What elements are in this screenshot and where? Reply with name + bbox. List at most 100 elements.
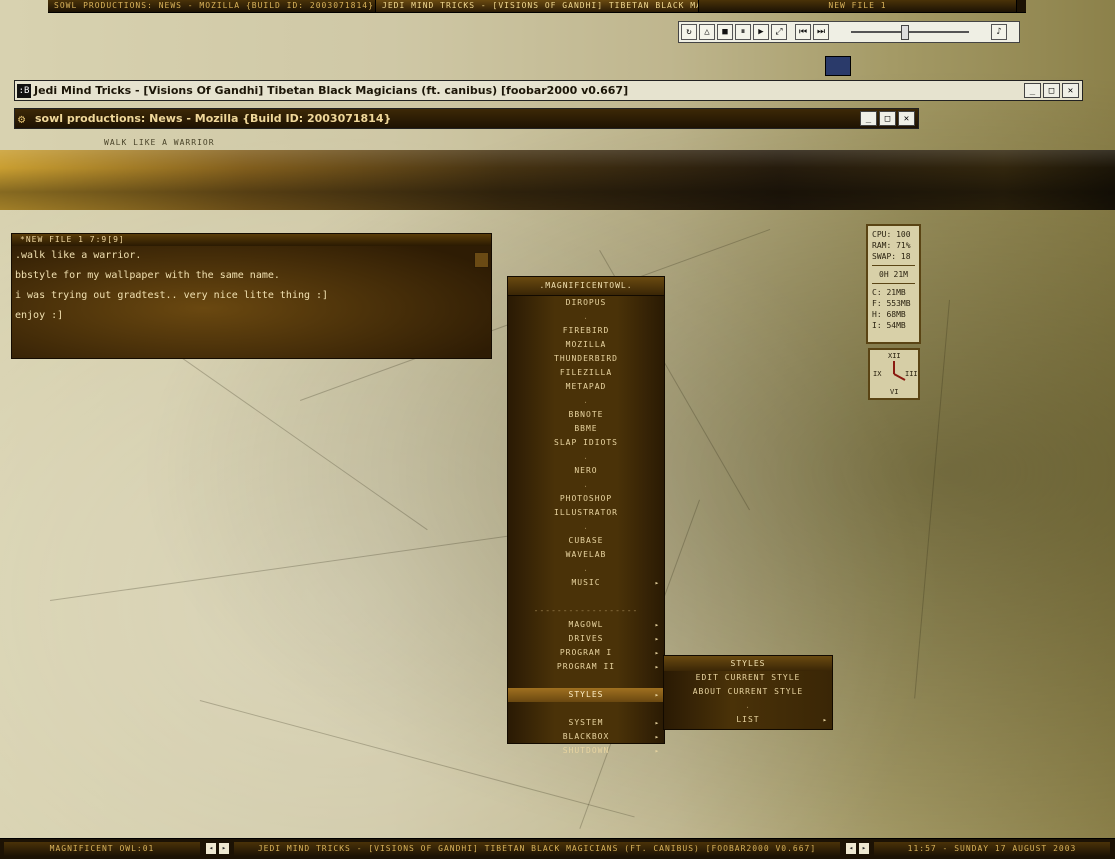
menu-item-separator [508, 674, 664, 688]
menu-item-separator [508, 702, 664, 716]
maximize-button[interactable]: □ [1043, 83, 1060, 98]
menu-item-slap-idiots[interactable]: SLAP IDIOTS [508, 436, 664, 450]
menu-item-metapad[interactable]: METAPAD [508, 380, 664, 394]
note-header[interactable]: *NEW FILE 1 7:9[9] [12, 234, 491, 246]
menu-item-bbme[interactable]: BBME [508, 422, 664, 436]
styles-submenu: STYLES EDIT CURRENT STYLE ABOUT CURRENT S… [663, 655, 833, 730]
play-button[interactable]: ▶ [753, 24, 769, 40]
menu-item-drives[interactable]: DRIVES ▸ [508, 632, 664, 646]
menu-item-label: METAPAD [565, 382, 607, 391]
note-line[interactable]: enjoy :] [12, 306, 491, 326]
menu-item-styles[interactable]: STYLES ▸ [508, 688, 664, 702]
menu-item-label: ILLUSTRATOR [554, 508, 618, 517]
menu-item-label: . [583, 396, 589, 405]
menu-item-separator: . [508, 478, 664, 492]
foobar-app-icon: :B [17, 83, 31, 98]
eject-button[interactable]: △ [699, 24, 715, 40]
workspace-label[interactable]: MAGNIFICENT OWL:01 [4, 842, 200, 856]
foobar-window-titlebar[interactable]: :B Jedi Mind Tricks - [Visions Of Gandhi… [14, 80, 1083, 101]
task-prev-button[interactable]: ◂ [846, 843, 856, 854]
menu-item-separator [508, 590, 664, 604]
menu-item-mozilla[interactable]: MOZILLA [508, 338, 664, 352]
menu-item-label: BBME [574, 424, 598, 433]
menu-item-blackbox[interactable]: BLACKBOX ▸ [508, 730, 664, 744]
top-taskbar: SOWL PRODUCTIONS: NEWS - MOZILLA {BUILD … [48, 0, 1026, 13]
clock-date-label: 11:57 - SUNDAY 17 AUGUST 2003 [874, 842, 1110, 856]
volume-knob[interactable] [901, 25, 909, 40]
minimize-button[interactable]: _ [1024, 83, 1041, 98]
workspace-prev-button[interactable]: ◂ [206, 843, 216, 854]
menu-title[interactable]: .MAGNIFICENTOWL. [508, 277, 664, 296]
menu-item-separator: . [508, 450, 664, 464]
submenu-arrow-icon: ▸ [654, 691, 660, 699]
next-button[interactable]: ⏭ [813, 24, 829, 40]
submenu-title[interactable]: STYLES [664, 656, 832, 671]
menu-item-firebird[interactable]: FIREBIRD [508, 324, 664, 338]
menu-item-program-i[interactable]: PROGRAM I ▸ [508, 646, 664, 660]
submenu-arrow-icon: ▸ [654, 621, 660, 629]
minimize-button[interactable]: _ [860, 111, 877, 126]
wallpaper-tagline: WALK LIKE A WARRIOR [104, 138, 215, 147]
menu-item-system[interactable]: SYSTEM ▸ [508, 716, 664, 730]
menu-item-label: . [583, 480, 589, 489]
uptime-readout: 0H 21M [879, 270, 908, 279]
stop-button[interactable]: ■ [717, 24, 733, 40]
foobar-window-title: Jedi Mind Tricks - [Visions Of Gandhi] T… [34, 84, 629, 97]
mozilla-window-titlebar[interactable]: ⚙ sowl productions: News - Mozilla {Buil… [14, 108, 919, 129]
pause-button[interactable]: ⏸ [735, 24, 751, 40]
menu-item-bbnote[interactable]: BBNOTE [508, 408, 664, 422]
menu-item-music[interactable]: MUSIC ▸ [508, 576, 664, 590]
close-button[interactable]: ✕ [1062, 83, 1079, 98]
menu-item-photoshop[interactable]: PHOTOSHOP [508, 492, 664, 506]
cpu-readout: CPU: 100 [872, 230, 911, 239]
random-button[interactable]: ⤢ [771, 24, 787, 40]
menu-item-diropus[interactable]: DIROPUS [508, 296, 664, 310]
note-line[interactable]: i was trying out gradtest.. very nice li… [12, 286, 491, 306]
current-task-label[interactable]: JEDI MIND TRICKS - [VISIONS OF GANDHI] T… [234, 842, 840, 856]
menu-item-label: BBNOTE [568, 410, 604, 419]
submenu-item-about-current-style[interactable]: ABOUT CURRENT STYLE [664, 685, 832, 699]
note-line[interactable]: bbstyle for my wallpaper with the same n… [12, 266, 491, 286]
drive-readout: F: 553MB [872, 299, 911, 308]
submenu-arrow-icon: ▸ [654, 747, 660, 755]
menu-item-shutdown[interactable]: SHUTDOWN ▸ [508, 744, 664, 758]
task-foobar[interactable]: JEDI MIND TRICKS - [VISIONS OF GANDHI] T… [376, 0, 699, 12]
task-new-file[interactable]: NEW FILE 1 [699, 0, 1017, 12]
menu-item-nero[interactable]: NERO [508, 464, 664, 478]
menu-item-label: . [583, 522, 589, 531]
task-mozilla[interactable]: SOWL PRODUCTIONS: NEWS - MOZILLA {BUILD … [48, 0, 376, 12]
ram-readout: RAM: 71% [872, 241, 911, 250]
menu-item-label: SLAP IDIOTS [554, 438, 618, 447]
menu-item-label: STYLES [568, 690, 604, 699]
menu-item-cubase[interactable]: CUBASE [508, 534, 664, 548]
menu-item-wavelab[interactable]: WAVELAB [508, 548, 664, 562]
swap-readout: SWAP: 18 [872, 252, 911, 261]
volume-slider[interactable] [851, 25, 969, 40]
submenu-item-label: LIST [736, 715, 760, 724]
workspace-next-button[interactable]: ▸ [219, 843, 229, 854]
drive-readout: I: 54MB [872, 321, 906, 330]
sticky-note-window[interactable]: *NEW FILE 1 7:9[9] .walk like a warrior.… [11, 233, 492, 359]
drive-readout: H: 68MB [872, 310, 906, 319]
menu-item-thunderbird[interactable]: THUNDERBIRD [508, 352, 664, 366]
menu-item-label: . [583, 564, 589, 573]
submenu-item-list[interactable]: LIST ▸ [664, 713, 832, 727]
previous-button[interactable]: ⏮ [795, 24, 811, 40]
note-scrollbar[interactable] [474, 252, 489, 268]
music-note-icon[interactable]: ♪ [991, 24, 1007, 40]
menu-item-illustrator[interactable]: ILLUSTRATOR [508, 506, 664, 520]
submenu-item-label: EDIT CURRENT STYLE [695, 673, 801, 682]
tray-icon[interactable] [825, 56, 851, 76]
submenu-item-edit-current-style[interactable]: EDIT CURRENT STYLE [664, 671, 832, 685]
menu-item-magowl[interactable]: MAGOWL ▸ [508, 618, 664, 632]
repeat-button[interactable]: ↻ [681, 24, 697, 40]
menu-item-program-ii[interactable]: PROGRAM II ▸ [508, 660, 664, 674]
mozilla-window-title: sowl productions: News - Mozilla {Build … [35, 112, 392, 125]
menu-item-separator: . [508, 394, 664, 408]
menu-item-filezilla[interactable]: FILEZILLA [508, 366, 664, 380]
maximize-button[interactable]: □ [879, 111, 896, 126]
task-next-button[interactable]: ▸ [859, 843, 869, 854]
menu-item-label: MOZILLA [565, 340, 607, 349]
close-button[interactable]: ✕ [898, 111, 915, 126]
note-line[interactable]: .walk like a warrior. [12, 246, 491, 266]
